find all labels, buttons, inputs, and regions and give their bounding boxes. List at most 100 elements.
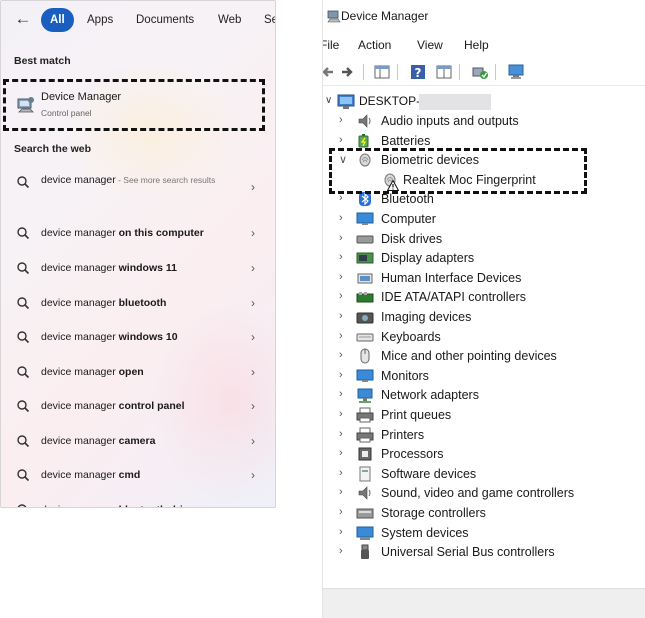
chevron-right-icon[interactable]: › — [339, 212, 343, 224]
best-match-result[interactable]: Device Manager Control panel — [5, 82, 264, 131]
tree-node-label: Monitors — [381, 368, 429, 383]
tree-root[interactable]: ∨ DESKTOP- — [323, 91, 645, 111]
battery-icon — [358, 133, 369, 148]
properties-toolbar-icon[interactable] — [435, 63, 453, 81]
chevron-right-icon[interactable]: › — [339, 232, 343, 244]
chevron-right-icon[interactable]: › — [339, 447, 343, 459]
tree-node-category[interactable]: › Processors — [323, 444, 645, 464]
scan-hardware-icon[interactable] — [471, 63, 489, 81]
filter-apps[interactable]: Apps — [77, 8, 123, 32]
chevron-right-icon: › — [251, 399, 255, 413]
menu-help[interactable]: Help — [464, 38, 489, 52]
tree-node-category[interactable]: › Computer — [323, 209, 645, 229]
update-driver-icon[interactable] — [507, 63, 525, 81]
tree-node-category[interactable]: › Universal Serial Bus controllers — [323, 542, 645, 562]
chevron-right-icon[interactable]: › — [339, 271, 343, 283]
redacted-name — [419, 94, 491, 110]
title-bar: Device Manager — [323, 0, 645, 32]
chevron-right-icon[interactable]: › — [339, 290, 343, 302]
tree-node-category[interactable]: › Monitors — [323, 366, 645, 386]
chevron-right-icon[interactable]: › — [339, 526, 343, 538]
web-result-suffix: cmd — [118, 469, 141, 481]
web-result-item[interactable]: device manager windows 11 › — [1, 256, 275, 282]
web-result-item[interactable]: device manager windows 10 › — [1, 325, 275, 351]
web-result-suffix: windows 11 — [118, 262, 177, 274]
monitor-icon — [356, 212, 374, 225]
chevron-right-icon[interactable]: › — [339, 408, 343, 420]
web-result-query: device manager — [41, 174, 116, 186]
search-web-heading: Search the web — [14, 143, 92, 155]
filter-documents[interactable]: Documents — [126, 8, 204, 32]
tree-node-label: Keyboards — [381, 329, 441, 344]
tree-node-category[interactable]: › Sound, video and game controllers — [323, 483, 645, 503]
tree-node-device[interactable]: Realtek Moc Fingerprint — [323, 170, 645, 191]
display-adapter-icon — [356, 252, 374, 264]
tree-node-category[interactable]: › Keyboards — [323, 327, 645, 347]
chevron-right-icon: › — [251, 434, 255, 448]
tree-node-category[interactable]: › Display adapters — [323, 248, 645, 268]
chevron-right-icon[interactable]: › — [339, 330, 343, 342]
chevron-right-icon[interactable]: › — [339, 310, 343, 322]
tree-node-category[interactable]: › IDE ATA/ATAPI controllers — [323, 287, 645, 307]
search-icon — [17, 227, 30, 240]
tree-node-category[interactable]: › Audio inputs and outputs — [323, 111, 645, 131]
chevron-right-icon[interactable]: › — [339, 467, 343, 479]
tree-node-label: Imaging devices — [381, 310, 472, 324]
chevron-right-icon[interactable]: › — [339, 251, 343, 263]
forward-toolbar-icon[interactable] — [339, 63, 357, 81]
filter-web[interactable]: Web — [208, 8, 251, 32]
web-result-item[interactable]: device manager bluetooth driver › — [1, 498, 275, 507]
chevron-right-icon[interactable]: › — [339, 428, 343, 440]
web-result-item[interactable]: device manager camera › — [1, 429, 275, 455]
tree-node-label: Network adapters — [381, 388, 479, 403]
tree-node-category[interactable]: › Storage controllers — [323, 503, 645, 523]
web-result-query: device manager — [41, 366, 119, 378]
chevron-right-icon[interactable]: › — [339, 114, 343, 126]
chevron-down-icon[interactable]: ∨ — [325, 95, 332, 106]
web-result-more: - See more search results — [115, 175, 216, 185]
web-result-item[interactable]: device manager control panel › — [1, 394, 275, 420]
tree-node-category[interactable]: › Network adapters — [323, 385, 645, 405]
chevron-down-icon[interactable]: ∨ — [339, 153, 347, 166]
filter-all[interactable]: All — [41, 8, 74, 32]
chevron-right-icon[interactable]: › — [339, 388, 343, 400]
search-icon — [17, 400, 30, 413]
tree-node-category[interactable]: › Human Interface Devices — [323, 268, 645, 288]
chevron-right-icon[interactable]: › — [339, 349, 343, 361]
web-result-item[interactable]: device manager cmd › — [1, 463, 275, 489]
tree-node-category[interactable]: › Bluetooth — [323, 189, 645, 209]
menu-action[interactable]: Action — [358, 38, 391, 52]
chevron-right-icon[interactable]: › — [339, 192, 343, 204]
web-result-item[interactable]: device manager bluetooth › — [1, 291, 275, 317]
web-result-item[interactable]: device manager on this computer › — [1, 221, 275, 247]
tree-node-category[interactable]: › Print queues — [323, 405, 645, 425]
back-toolbar-icon[interactable] — [322, 63, 337, 81]
tree-node-category[interactable]: ∨ Biometric devices — [323, 150, 645, 170]
status-bar — [323, 588, 645, 618]
help-toolbar-icon[interactable]: ? — [409, 63, 427, 81]
filter-more[interactable]: Se — [254, 8, 275, 32]
show-hide-console-tree-icon[interactable] — [373, 63, 391, 81]
back-arrow-icon[interactable]: ← — [13, 9, 33, 29]
chevron-right-icon[interactable]: › — [339, 506, 343, 518]
tree-node-category[interactable]: › Software devices — [323, 464, 645, 484]
tree-node-category[interactable]: › Mice and other pointing devices — [323, 346, 645, 366]
chevron-right-icon[interactable]: › — [339, 486, 343, 498]
web-result-item[interactable]: device manager - See more search results… — [1, 173, 275, 209]
usb-icon — [361, 544, 369, 560]
tree-node-category[interactable]: › Imaging devices — [323, 307, 645, 327]
chevron-right-icon: › — [251, 226, 255, 240]
menu-file[interactable]: File — [323, 38, 339, 52]
tree-node-category[interactable]: › Printers — [323, 425, 645, 445]
chevron-right-icon[interactable]: › — [339, 134, 343, 146]
web-result-suffix: camera — [118, 435, 156, 447]
menu-view[interactable]: View — [417, 38, 443, 52]
tree-node-category[interactable]: › System devices — [323, 523, 645, 543]
best-match-title: Device Manager — [41, 91, 122, 103]
web-result-item[interactable]: device manager open › — [1, 360, 275, 386]
chevron-right-icon[interactable]: › — [339, 545, 343, 557]
tree-node-category[interactable]: › Batteries — [323, 131, 645, 151]
ide-icon — [356, 292, 374, 303]
chevron-right-icon[interactable]: › — [339, 369, 343, 381]
tree-node-category[interactable]: › Disk drives — [323, 229, 645, 249]
